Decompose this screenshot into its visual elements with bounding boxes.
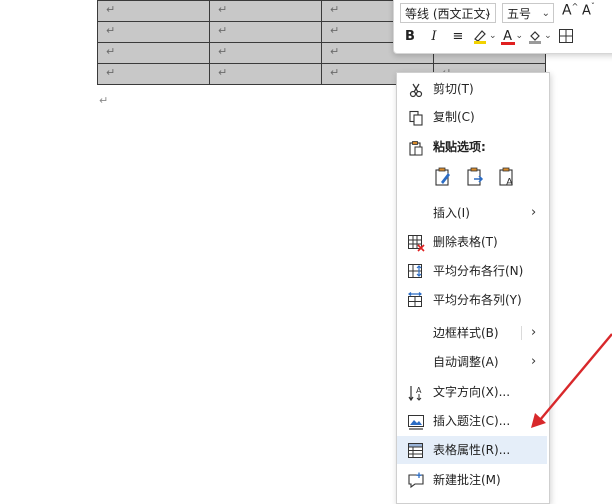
document-page: ↵ ↵ ↵ ↵ ↵ ↵ ↵ ↵ ↵ ↵ ↵ ↵ ↵ ↵ ↵ ↵ ↵ 等线 (西文…	[0, 0, 612, 504]
annotation-arrow	[531, 333, 612, 428]
